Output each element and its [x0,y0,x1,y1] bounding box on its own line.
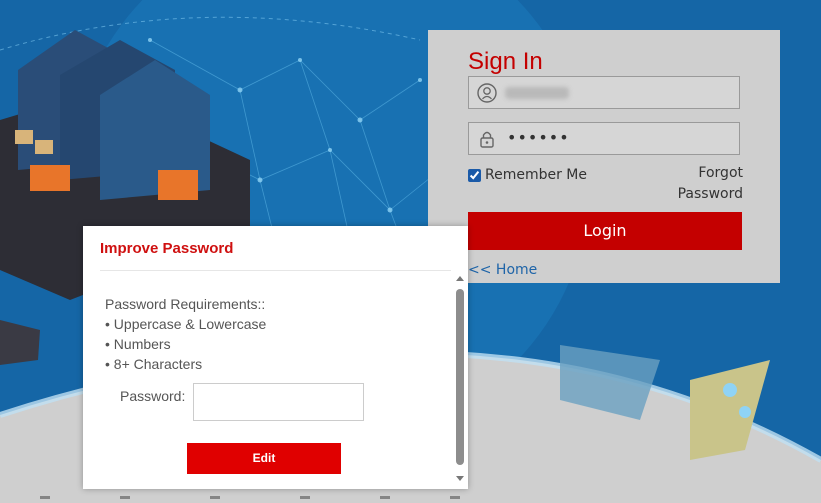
password-field[interactable]: •••••• [468,122,740,155]
new-password-input[interactable] [193,383,364,421]
forgot-password-link[interactable]: Forgot Password [678,163,743,205]
forgot-line-1: Forgot [698,165,743,181]
forgot-line-2: Password [677,186,743,202]
home-link[interactable]: << Home [468,262,537,278]
remember-checkbox[interactable] [468,168,481,182]
requirement-item: • Numbers [105,336,171,352]
signin-title: Sign In [468,48,543,75]
scroll-thumb[interactable] [456,289,464,465]
password-requirements: Password Requirements:: • Uppercase & Lo… [105,294,266,374]
username-field[interactable] [468,76,740,109]
remember-label: Remember Me [485,167,587,183]
modal-title: Improve Password [100,240,234,257]
requirement-item: • Uppercase & Lowercase [105,316,267,332]
modal-scrollbar[interactable] [454,276,466,486]
scroll-down-icon[interactable] [456,476,464,481]
remember-me[interactable]: Remember Me [468,167,587,183]
requirements-heading: Password Requirements:: [105,296,266,312]
username-value-redacted [505,87,569,99]
signin-panel: Sign In •••••• Remember Me Forgot Passwo… [428,30,780,283]
edit-button[interactable]: Edit [187,443,341,474]
scroll-up-icon[interactable] [456,276,464,281]
modal-divider [100,270,451,271]
login-button[interactable]: Login [468,212,742,250]
user-icon [477,83,497,103]
lock-icon [480,131,494,148]
requirement-item: • 8+ Characters [105,356,203,372]
password-value: •••••• [507,128,570,147]
password-label: Password: [120,388,186,404]
improve-password-modal: Improve Password Password Requirements::… [83,226,468,489]
